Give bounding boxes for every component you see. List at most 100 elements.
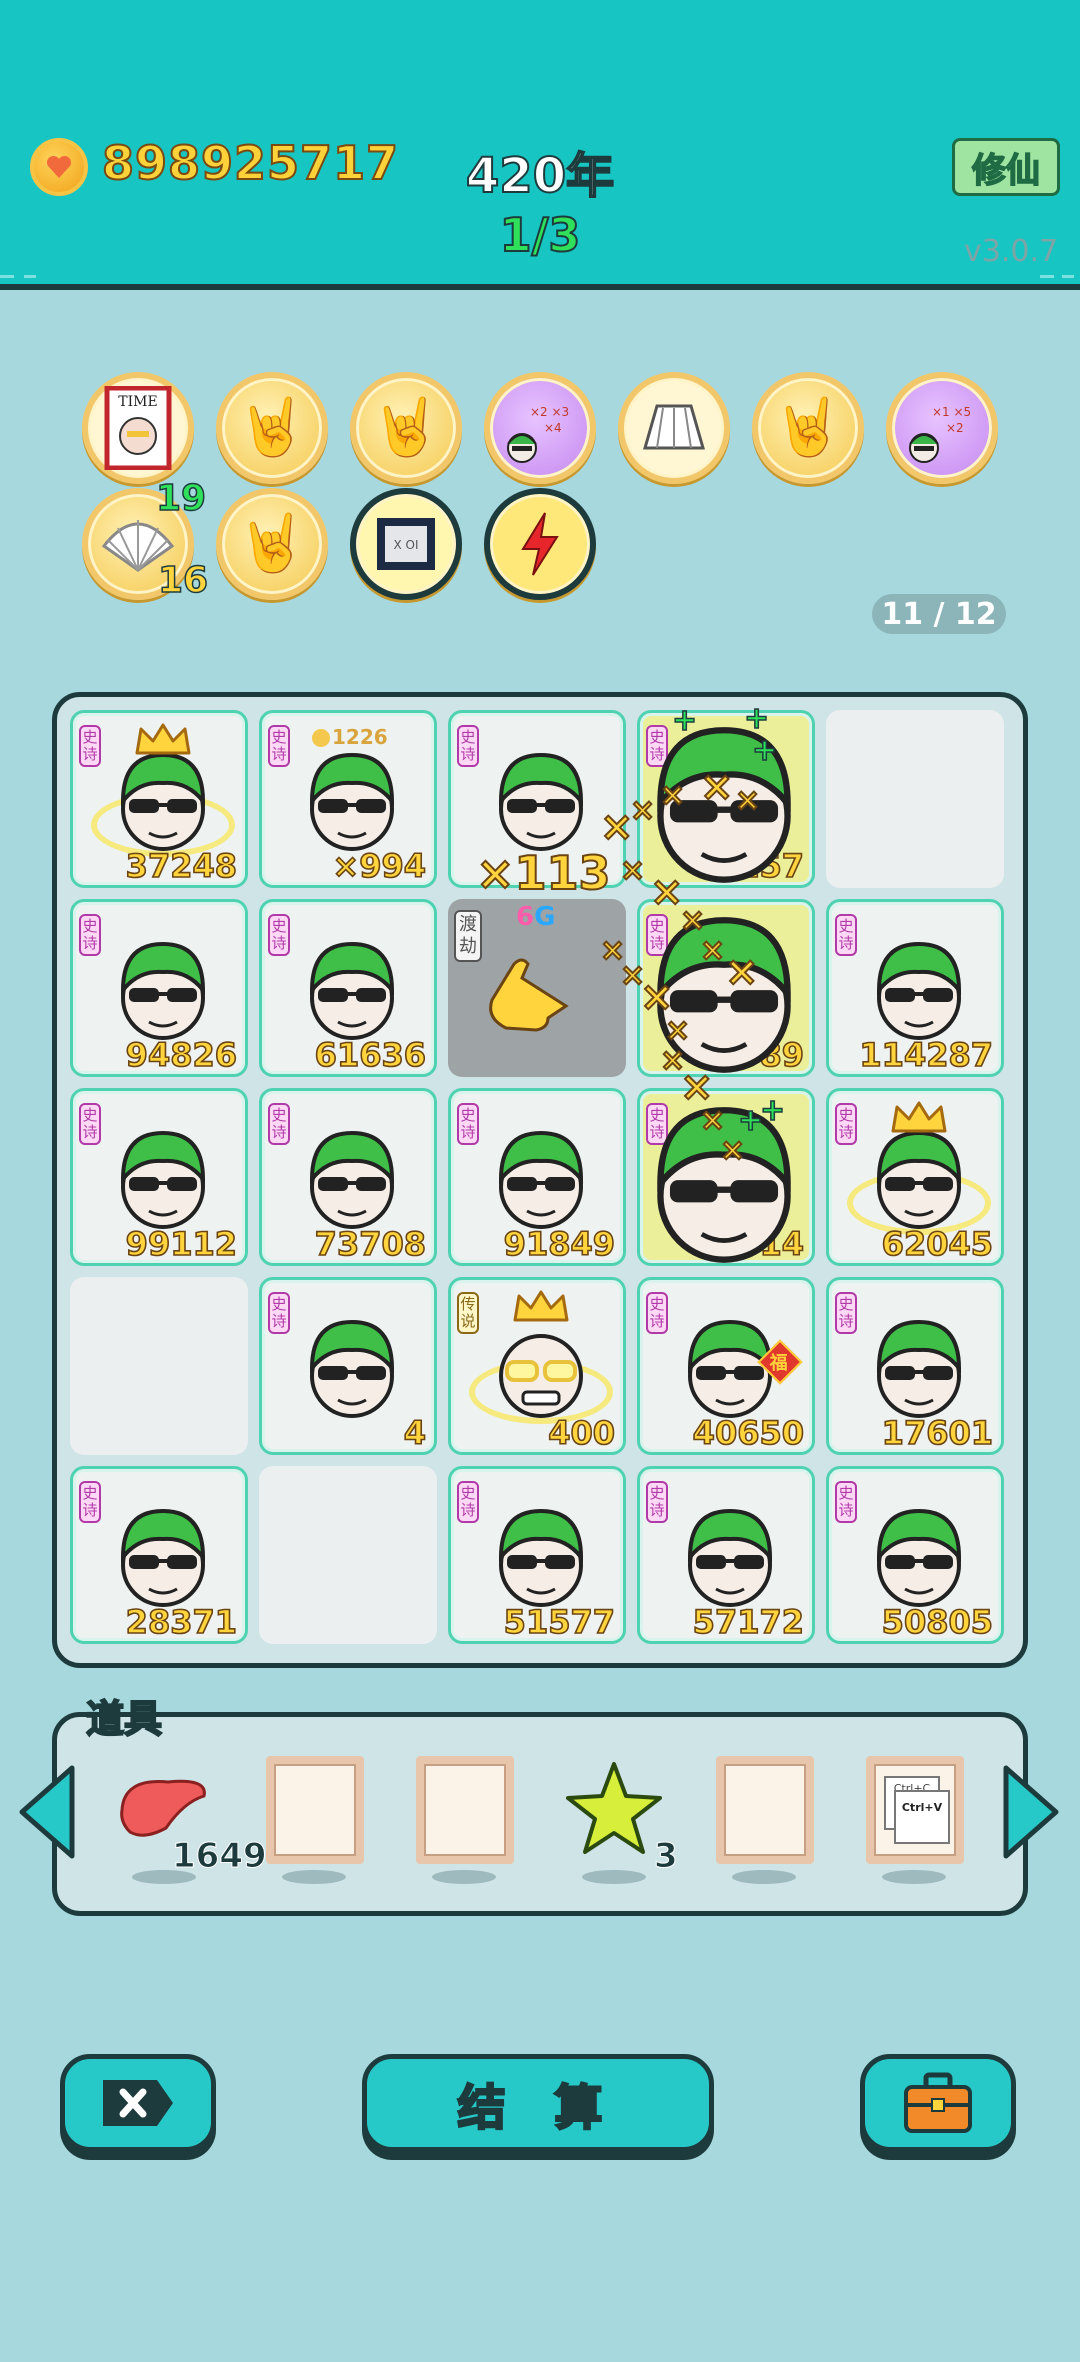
character-tile[interactable]: 史诗 1226 ×994 — [259, 710, 437, 888]
svg-text:×2 ×3: ×2 ×3 — [530, 405, 569, 419]
tile-value: 17601 — [881, 1413, 994, 1453]
item-shadow — [882, 1870, 946, 1884]
tile-value: 51577 — [503, 1602, 616, 1642]
svg-text:TIME: TIME — [118, 394, 157, 410]
character-face-icon — [111, 930, 215, 1042]
character-tile[interactable]: 史诗 114287 — [826, 899, 1004, 1077]
tile-value: 91849 — [503, 1224, 616, 1264]
tile-value: 400 — [547, 1413, 615, 1453]
divider — [1062, 275, 1074, 278]
empty-tile[interactable] — [826, 710, 1004, 888]
character-tile[interactable]: 史诗 17601 — [826, 1277, 1004, 1455]
settle-button[interactable]: 结 算 — [362, 2054, 714, 2152]
delete-tag-icon — [103, 2080, 173, 2126]
empty-item-slot[interactable] — [266, 1756, 364, 1864]
character-face-icon — [489, 1497, 593, 1609]
cpu-chip-icon[interactable]: X OI — [350, 488, 462, 600]
time-magazine-icon[interactable]: TIME — [82, 372, 194, 484]
shell-count-top: 19 — [155, 477, 207, 520]
epic-rarity-badge: 史诗 — [457, 1481, 479, 1523]
bag-button[interactable] — [860, 2054, 1016, 2152]
epic-rarity-badge: 史诗 — [79, 914, 101, 956]
tribulation-power: 6G — [516, 902, 556, 932]
item-shadow — [732, 1870, 796, 1884]
epic-rarity-badge: 史诗 — [835, 1481, 857, 1523]
items-next-arrow[interactable] — [1000, 1764, 1062, 1864]
character-tile[interactable]: 史诗 51577 — [448, 1466, 626, 1644]
skirt-icon[interactable] — [618, 372, 730, 484]
svg-text:×2: ×2 — [946, 421, 964, 435]
legend-rarity-badge: 传说 — [457, 1292, 479, 1334]
tile-value: 40650 — [692, 1413, 805, 1453]
enlarged-character-icon — [640, 898, 808, 1080]
character-tile[interactable]: 史诗 57172 — [637, 1466, 815, 1644]
tile-value: 99112 — [125, 1224, 238, 1264]
multiplier-head-icon[interactable]: ×2 ×3 ×4 — [484, 372, 596, 484]
epic-rarity-badge: 史诗 — [268, 1292, 290, 1334]
character-tile[interactable]: 传说 400 — [448, 1277, 626, 1455]
empty-tile[interactable] — [70, 1277, 248, 1455]
tile-coin-bonus: 1226 — [312, 725, 388, 749]
cultivate-button[interactable]: 修仙 — [952, 138, 1060, 196]
empty-item-slot[interactable] — [716, 1756, 814, 1864]
character-face-icon — [111, 1119, 215, 1231]
star-item[interactable] — [562, 1756, 662, 1864]
enlarged-character-icon — [640, 1088, 808, 1270]
item-shadow — [432, 1870, 496, 1884]
year-counter: 420年 — [465, 147, 615, 205]
liver-count: 1649 — [172, 1836, 268, 1877]
lightning-icon[interactable] — [484, 488, 596, 600]
character-tile[interactable]: 史诗 94826 — [70, 899, 248, 1077]
character-face-icon — [867, 1308, 971, 1420]
tribulation-label: 渡劫 — [454, 910, 482, 962]
rock-hand-icon[interactable]: 🤘 — [216, 372, 328, 484]
epic-rarity-badge: 史诗 — [79, 725, 101, 767]
character-tile[interactable]: 史诗 福 40650 — [637, 1277, 815, 1455]
discard-button[interactable] — [60, 2054, 216, 2152]
character-tile[interactable]: 史诗 73708 — [259, 1088, 437, 1266]
combo-multiplier: ×113 — [475, 845, 612, 901]
epic-rarity-badge: 史诗 — [835, 1103, 857, 1145]
briefcase-icon — [904, 2072, 972, 2133]
items-prev-arrow[interactable] — [16, 1764, 78, 1864]
rock-hand-icon[interactable]: 🤘 — [350, 372, 462, 484]
copy-paste-item[interactable]: Ctrl+C Ctrl+V — [866, 1756, 964, 1864]
crown-icon — [511, 1290, 571, 1328]
character-tile[interactable]: 史诗 50805 — [826, 1466, 1004, 1644]
character-tile[interactable]: 史诗 4 — [259, 1277, 437, 1455]
item-shadow — [582, 1870, 646, 1884]
character-tile[interactable]: 史诗 28371 — [70, 1466, 248, 1644]
character-tile[interactable]: 史诗 91849 — [448, 1088, 626, 1266]
character-face-icon — [489, 741, 593, 853]
rock-hand-icon[interactable]: 🤘 — [216, 488, 328, 600]
rock-hand-icon[interactable]: 🤘 — [752, 372, 864, 484]
character-face-icon — [300, 741, 404, 853]
empty-tile[interactable] — [259, 1466, 437, 1644]
crown-icon — [133, 723, 193, 761]
item-shadow — [282, 1870, 346, 1884]
character-face-icon — [300, 1308, 404, 1420]
enlarged-character-icon — [640, 708, 808, 890]
character-face-icon — [867, 930, 971, 1042]
multiplier-head-icon[interactable]: ×1 ×5 ×2 — [886, 372, 998, 484]
star-icon — [566, 1762, 662, 1854]
character-tile[interactable]: 史诗 62045 — [826, 1088, 1004, 1266]
relic-page-indicator: 11 / 12 — [872, 594, 1006, 634]
top-bar: 898925717 420年 1/3 修仙 v3.0.7 — [0, 0, 1080, 290]
character-face-icon — [867, 1497, 971, 1609]
paste-card: Ctrl+V — [894, 1790, 950, 1844]
character-tile[interactable]: 史诗 99112 — [70, 1088, 248, 1266]
character-tile[interactable]: 史诗 37248 — [70, 710, 248, 888]
empty-item-slot[interactable] — [416, 1756, 514, 1864]
svg-text:×4: ×4 — [544, 421, 562, 435]
epic-rarity-badge: 史诗 — [646, 1292, 668, 1334]
version-label: v3.0.7 — [964, 234, 1059, 269]
tile-value: 62045 — [881, 1224, 994, 1264]
epic-rarity-badge: 史诗 — [268, 914, 290, 956]
pointing-hand-icon — [482, 948, 572, 1042]
epic-rarity-badge: 史诗 — [646, 1481, 668, 1523]
divider — [1040, 275, 1054, 278]
star-count: 3 — [654, 1836, 679, 1877]
tile-value: 61636 — [314, 1035, 427, 1075]
character-tile[interactable]: 史诗 61636 — [259, 899, 437, 1077]
